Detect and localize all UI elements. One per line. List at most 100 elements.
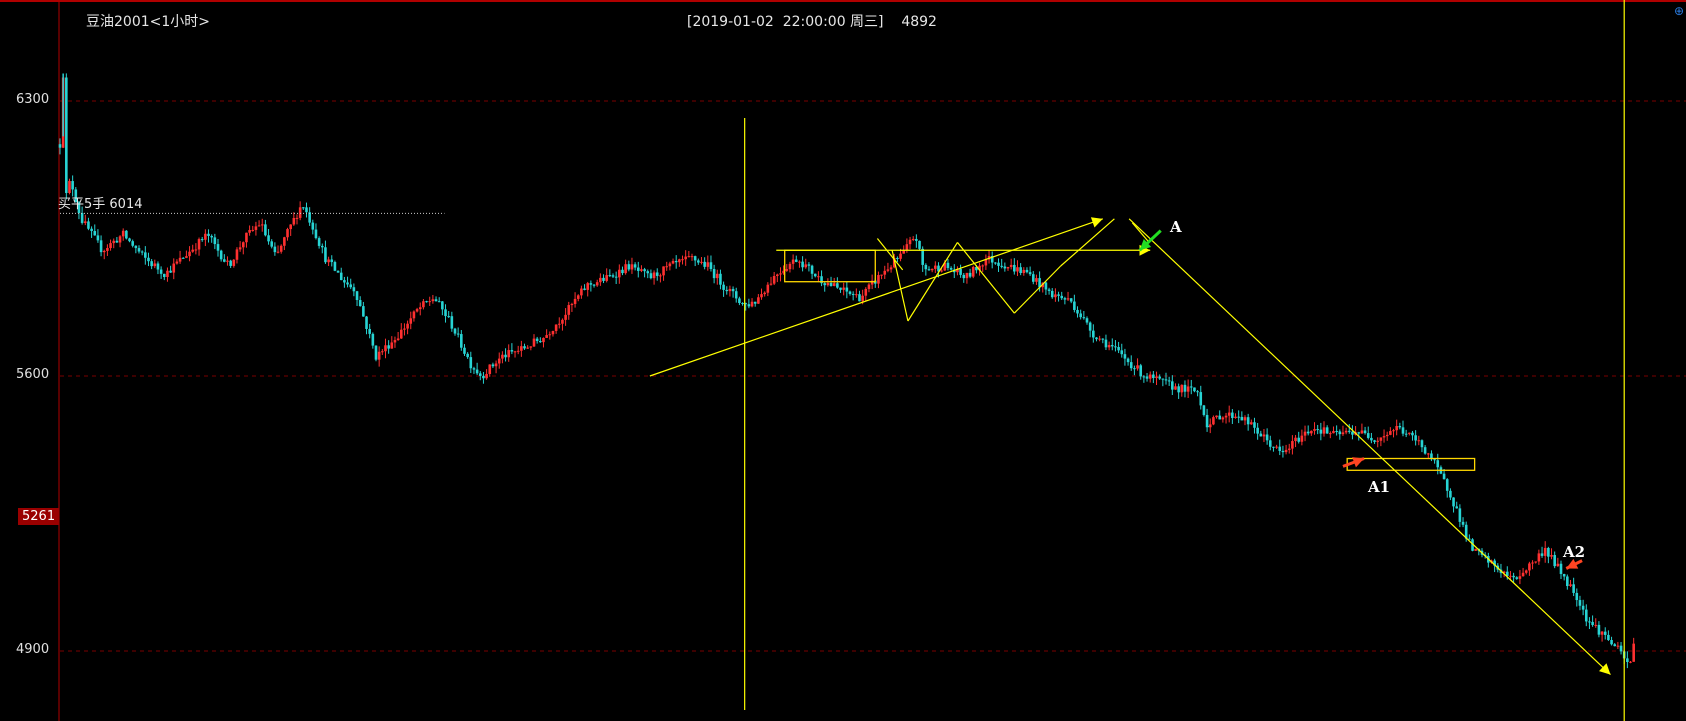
candle-body (763, 292, 766, 295)
candle-body (1136, 365, 1139, 369)
crosshair-circle-icon[interactable]: ⊕ (1674, 4, 1684, 18)
candle-body (829, 283, 833, 286)
candle-body (1584, 609, 1588, 622)
candle-body (738, 298, 741, 303)
candle-body (346, 282, 349, 285)
candle-body (1344, 430, 1348, 433)
trendline (1013, 265, 1062, 314)
candle-body (614, 276, 618, 278)
candle-body (102, 250, 106, 253)
candle-body (403, 328, 406, 330)
candle-body (681, 259, 684, 261)
candle-body (1158, 376, 1161, 379)
candle-body (1082, 317, 1086, 319)
candle-body (241, 242, 245, 248)
candle-body (599, 277, 602, 283)
candle-body (485, 373, 488, 379)
candle-body (1003, 266, 1007, 269)
candle-body (880, 274, 883, 276)
candle-body (1528, 563, 1531, 571)
candle-body (934, 265, 937, 269)
candlestick-chart[interactable]: 豆油2001<1小时> [2019-01-02 22:00:00 周三] 489… (0, 0, 1686, 721)
candle-body (1578, 600, 1582, 606)
candle-body (640, 269, 643, 271)
candle-body (377, 351, 381, 360)
candle-body (776, 274, 779, 277)
candle-body (690, 256, 694, 258)
candle-body (1256, 427, 1259, 434)
candle-body (456, 333, 460, 335)
candle-body (804, 264, 808, 268)
candle-body (627, 264, 631, 270)
candle-body (235, 249, 239, 260)
candle-body (1575, 592, 1579, 601)
candle-body (87, 221, 90, 229)
candle-body (981, 265, 985, 267)
candle-body (772, 276, 776, 284)
candle-body (1531, 562, 1534, 564)
candle-body (940, 270, 943, 272)
candle-body (178, 257, 182, 262)
candle-body (794, 259, 798, 262)
candle-body (80, 213, 84, 223)
candle-body (567, 305, 571, 315)
candle-body (418, 307, 422, 310)
chart-canvas[interactable] (0, 0, 1686, 721)
candle-body (611, 275, 615, 277)
candle-body (472, 368, 476, 370)
candle-body (1581, 605, 1585, 610)
candle-body (1006, 267, 1010, 269)
candle-body (1218, 415, 1222, 420)
candle-body (270, 241, 274, 247)
candle-body (621, 269, 624, 274)
y-tick-label: 4900 (16, 642, 50, 657)
candle-body (1098, 338, 1101, 340)
candle-body (1600, 631, 1604, 635)
candle-body (1243, 417, 1247, 421)
candle-body (96, 235, 100, 241)
candle-body (1240, 416, 1244, 421)
candle-body (1085, 318, 1089, 323)
candle-body (589, 283, 593, 285)
candle-body (902, 250, 906, 254)
candle-body (387, 345, 390, 349)
consolidation-zone-box (784, 249, 876, 283)
candle-body (1566, 576, 1569, 587)
candle-body (390, 342, 394, 349)
candle-body (706, 262, 710, 267)
candle-body (1224, 415, 1228, 418)
candle-body (734, 291, 738, 299)
order-marker-label[interactable]: 买平5手 6014 (58, 193, 143, 212)
candle-body (245, 232, 248, 243)
candle-body (826, 283, 830, 286)
candle-body (1167, 380, 1171, 382)
candle-body (497, 358, 501, 364)
trendline (1128, 218, 1611, 676)
candle-body (248, 230, 251, 233)
candle-body (1057, 294, 1060, 296)
candle-body (662, 266, 665, 276)
candle-body (649, 273, 653, 279)
candle-body (305, 207, 308, 213)
candle-body (1152, 374, 1155, 379)
candle-body (1512, 575, 1515, 578)
candle-body (643, 269, 646, 272)
candle-body (475, 369, 479, 374)
candle-body (1591, 621, 1594, 626)
candle-body (504, 354, 507, 358)
candle-body (1540, 553, 1544, 556)
candle-body (1073, 301, 1076, 310)
candle-body (864, 288, 868, 296)
candle-body (1455, 506, 1459, 509)
candle-body (583, 288, 586, 290)
candle-body (924, 264, 928, 270)
candle-body (137, 248, 141, 252)
candle-body (1193, 387, 1196, 392)
candle-body (532, 338, 536, 347)
candle-body (965, 272, 969, 279)
current-price-badge: 5261 (18, 508, 60, 525)
candle-body (700, 261, 703, 263)
candle-body (798, 261, 801, 263)
candle-body (807, 264, 811, 266)
candle-body (399, 329, 403, 339)
